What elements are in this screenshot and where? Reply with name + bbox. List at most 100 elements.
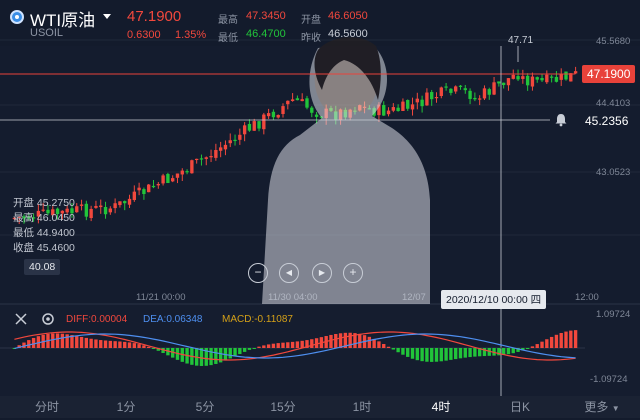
candle-body <box>127 198 132 205</box>
chevron-down-icon[interactable] <box>103 14 111 19</box>
bell-icon[interactable] <box>553 113 569 127</box>
high-value: 47.3450 <box>246 10 286 22</box>
candle-body <box>310 107 314 113</box>
macd-bar <box>247 348 252 350</box>
candle-body <box>406 100 410 109</box>
macd-bar <box>367 336 372 348</box>
macd-bar <box>271 343 276 348</box>
chart-app: 45.568044.410343.052311/21 00:0011/30 04… <box>0 0 640 418</box>
high-label: 最高 <box>218 15 238 26</box>
candle-body <box>410 104 415 110</box>
tab-4hour[interactable]: 4时 <box>419 396 463 418</box>
candle-body <box>554 76 559 82</box>
candle-body <box>123 201 127 204</box>
low-label: 最低 <box>218 33 238 44</box>
macd-dea: DEA:0.06348 <box>143 314 203 325</box>
prev-close-value: 46.5600 <box>328 28 368 40</box>
settings-icon[interactable] <box>40 311 56 327</box>
macd-bar <box>89 338 93 348</box>
open-label: 开盘 <box>301 15 321 26</box>
current-price-tag: 47.1900 <box>582 65 636 83</box>
y-tick-label: 45.5680 <box>596 36 630 47</box>
tab-1min[interactable]: 1分 <box>104 396 148 418</box>
candle-body <box>535 77 539 80</box>
macd-bar <box>549 336 554 348</box>
close-icon[interactable] <box>13 311 29 327</box>
macd-bar <box>60 333 65 348</box>
candle-body <box>391 107 396 111</box>
crosshair-price-label: 40.08 <box>24 259 61 275</box>
tab-more[interactable]: 更多 ▼ <box>577 396 627 418</box>
tab-1hour[interactable]: 1时 <box>340 396 384 418</box>
macd-bar <box>386 346 391 348</box>
scroll-left-button[interactable]: ◀ <box>279 263 299 283</box>
candle-body <box>468 90 472 99</box>
macd-bar <box>420 348 424 362</box>
candlestick-chart[interactable]: 45.568044.410343.052311/21 00:0011/30 04… <box>0 0 640 418</box>
macd-bar <box>334 333 338 348</box>
macd-upper-bound: 1.09724 <box>596 309 631 320</box>
candle-body <box>276 114 280 118</box>
tab-daily[interactable]: 日K <box>498 396 542 418</box>
tab-timeshare[interactable]: 分时 <box>25 396 69 418</box>
candle-body <box>473 97 477 100</box>
macd-bar <box>286 342 290 348</box>
macd-bar <box>430 348 434 362</box>
prev-close-label: 昨收 <box>301 33 321 44</box>
candle-body <box>175 173 180 178</box>
candle-body <box>525 75 530 86</box>
macd-bar <box>329 334 333 348</box>
candle-body <box>209 156 213 158</box>
macd-bar <box>564 331 568 348</box>
candle-body <box>516 76 520 80</box>
macd-bar <box>147 346 151 348</box>
macd-bar <box>425 348 429 362</box>
macd-bar <box>127 342 132 348</box>
candle-body <box>171 178 175 182</box>
macd-bar <box>525 348 530 349</box>
tab-5min[interactable]: 5分 <box>183 396 227 418</box>
macd-bar <box>382 343 386 348</box>
candle-body <box>84 203 89 217</box>
macd-bar <box>113 341 117 348</box>
macd-bar <box>214 348 218 364</box>
price-change: 0.6300 <box>127 29 161 41</box>
candle-body <box>166 173 170 184</box>
candle-body <box>118 201 122 206</box>
macd-bar <box>55 333 60 348</box>
candle-body <box>444 86 448 88</box>
candle-body <box>281 106 285 114</box>
macd-bar <box>300 340 304 348</box>
crosshair-time-label: 2020/12/10 00:00 四 <box>441 290 547 309</box>
scroll-right-button[interactable]: ▶ <box>312 263 332 283</box>
macd-bar <box>338 333 343 348</box>
candle-body <box>75 206 79 213</box>
low-value: 46.4700 <box>246 28 286 40</box>
macd-bar <box>51 333 55 348</box>
zoom-out-button[interactable]: − <box>248 263 268 283</box>
candle-body <box>573 71 578 74</box>
macd-bar <box>99 340 103 348</box>
macd-bar <box>358 333 362 348</box>
macd-bar <box>233 348 237 357</box>
candle-body <box>218 147 223 151</box>
tab-15min[interactable]: 15分 <box>261 396 305 418</box>
candle-body <box>540 78 544 81</box>
macd-bar <box>535 344 539 348</box>
ohlc-close: 收盘 45.4600 <box>13 242 75 254</box>
candle-body <box>132 191 136 201</box>
candle-body <box>223 144 228 150</box>
candle-body <box>238 134 242 140</box>
candle-body <box>247 123 252 131</box>
candle-body <box>194 158 199 161</box>
candle-body <box>242 125 247 135</box>
candle-body <box>142 189 146 195</box>
candle-body <box>108 208 113 213</box>
zoom-in-button[interactable]: + <box>343 263 363 283</box>
y-tick-label: 43.0523 <box>596 167 630 178</box>
candle-body <box>449 88 453 93</box>
candle-body <box>564 71 568 80</box>
macd-bar <box>137 344 141 348</box>
candle-body <box>103 206 108 215</box>
macd-bar <box>94 339 98 348</box>
